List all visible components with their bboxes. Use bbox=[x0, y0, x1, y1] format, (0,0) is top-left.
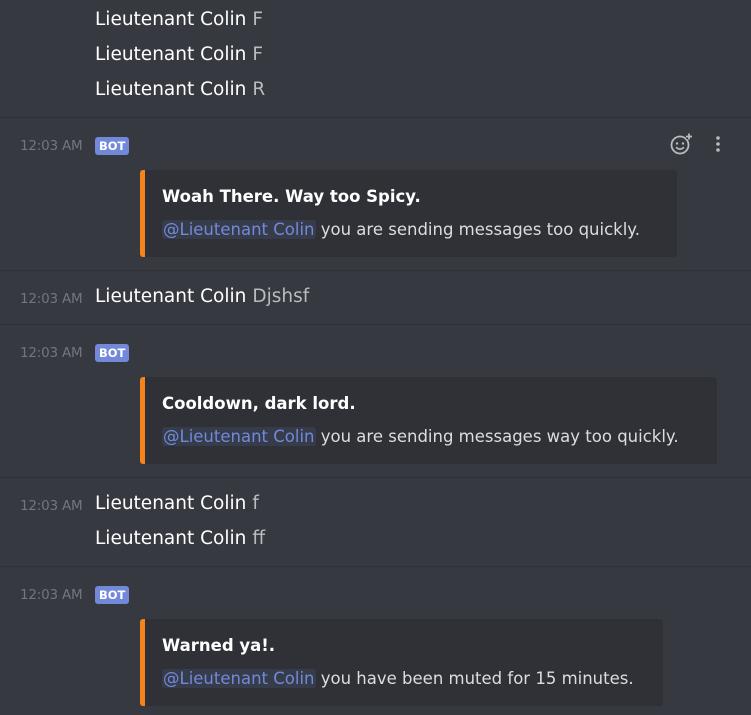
message-divider bbox=[0, 270, 751, 271]
user-mention[interactable]: @Lieutenant Colin bbox=[162, 220, 316, 239]
message-line: Lieutenant Colin Djshsf bbox=[95, 285, 309, 309]
bot-badge: BOT bbox=[95, 586, 130, 604]
embed-description-text: you are sending messages way too quickly… bbox=[320, 427, 679, 446]
bot-embed: Cooldown, dark lord. @Lieutenant Colin y… bbox=[140, 377, 717, 464]
embed-description-text: you have been muted for 15 minutes. bbox=[320, 669, 634, 688]
embed-description-text: you are sending messages too quickly. bbox=[320, 220, 640, 239]
author-name[interactable]: Lieutenant Colin bbox=[95, 44, 246, 65]
author-name[interactable]: Lieutenant Colin bbox=[95, 493, 246, 514]
user-mention[interactable]: @Lieutenant Colin bbox=[162, 669, 316, 688]
message-divider bbox=[0, 566, 751, 567]
message-text: F bbox=[252, 9, 264, 30]
bot-embed: Woah There. Way too Spicy. @Lieutenant C… bbox=[140, 170, 677, 257]
message-text: f bbox=[252, 493, 259, 514]
message-line: Lieutenant Colin F bbox=[95, 8, 263, 32]
embed-description: @Lieutenant Colin you are sending messag… bbox=[162, 220, 640, 239]
bot-badge: BOT bbox=[95, 344, 130, 362]
timestamp[interactable]: 12:03 AM bbox=[20, 291, 83, 307]
timestamp[interactable]: 12:03 AM bbox=[20, 138, 83, 154]
embed-title: Cooldown, dark lord. bbox=[162, 394, 356, 413]
author-name[interactable]: Lieutenant Colin bbox=[95, 9, 246, 30]
embed-title: Warned ya!. bbox=[162, 636, 276, 655]
timestamp[interactable]: 12:03 AM bbox=[20, 587, 83, 603]
timestamp[interactable]: 12:03 AM bbox=[20, 498, 83, 514]
message-text: Djshsf bbox=[252, 286, 310, 307]
message-text: ff bbox=[252, 528, 266, 549]
bot-badge: BOT bbox=[95, 137, 130, 155]
message-line: Lieutenant Colin f bbox=[95, 492, 259, 516]
author-name[interactable]: Lieutenant Colin bbox=[95, 79, 246, 100]
message-text: F bbox=[252, 44, 264, 65]
author-name[interactable]: Lieutenant Colin bbox=[95, 286, 246, 307]
message-divider bbox=[0, 324, 751, 325]
embed-description: @Lieutenant Colin you have been muted fo… bbox=[162, 669, 634, 688]
author-name[interactable]: Lieutenant Colin bbox=[95, 528, 246, 549]
timestamp[interactable]: 12:03 AM bbox=[20, 345, 83, 361]
message-line: Lieutenant Colin F bbox=[95, 43, 263, 67]
message-divider bbox=[0, 117, 751, 118]
bot-embed: Warned ya!. @Lieutenant Colin you have b… bbox=[140, 619, 663, 706]
add-reaction-icon[interactable] bbox=[669, 132, 693, 160]
message-line: Lieutenant Colin ff bbox=[95, 527, 265, 551]
message-line: Lieutenant Colin R bbox=[95, 78, 265, 102]
more-options-icon[interactable] bbox=[713, 134, 723, 158]
user-mention[interactable]: @Lieutenant Colin bbox=[162, 427, 316, 446]
embed-title: Woah There. Way too Spicy. bbox=[162, 187, 421, 206]
message-text: R bbox=[252, 79, 266, 100]
embed-description: @Lieutenant Colin you are sending messag… bbox=[162, 427, 679, 446]
message-divider bbox=[0, 477, 751, 478]
